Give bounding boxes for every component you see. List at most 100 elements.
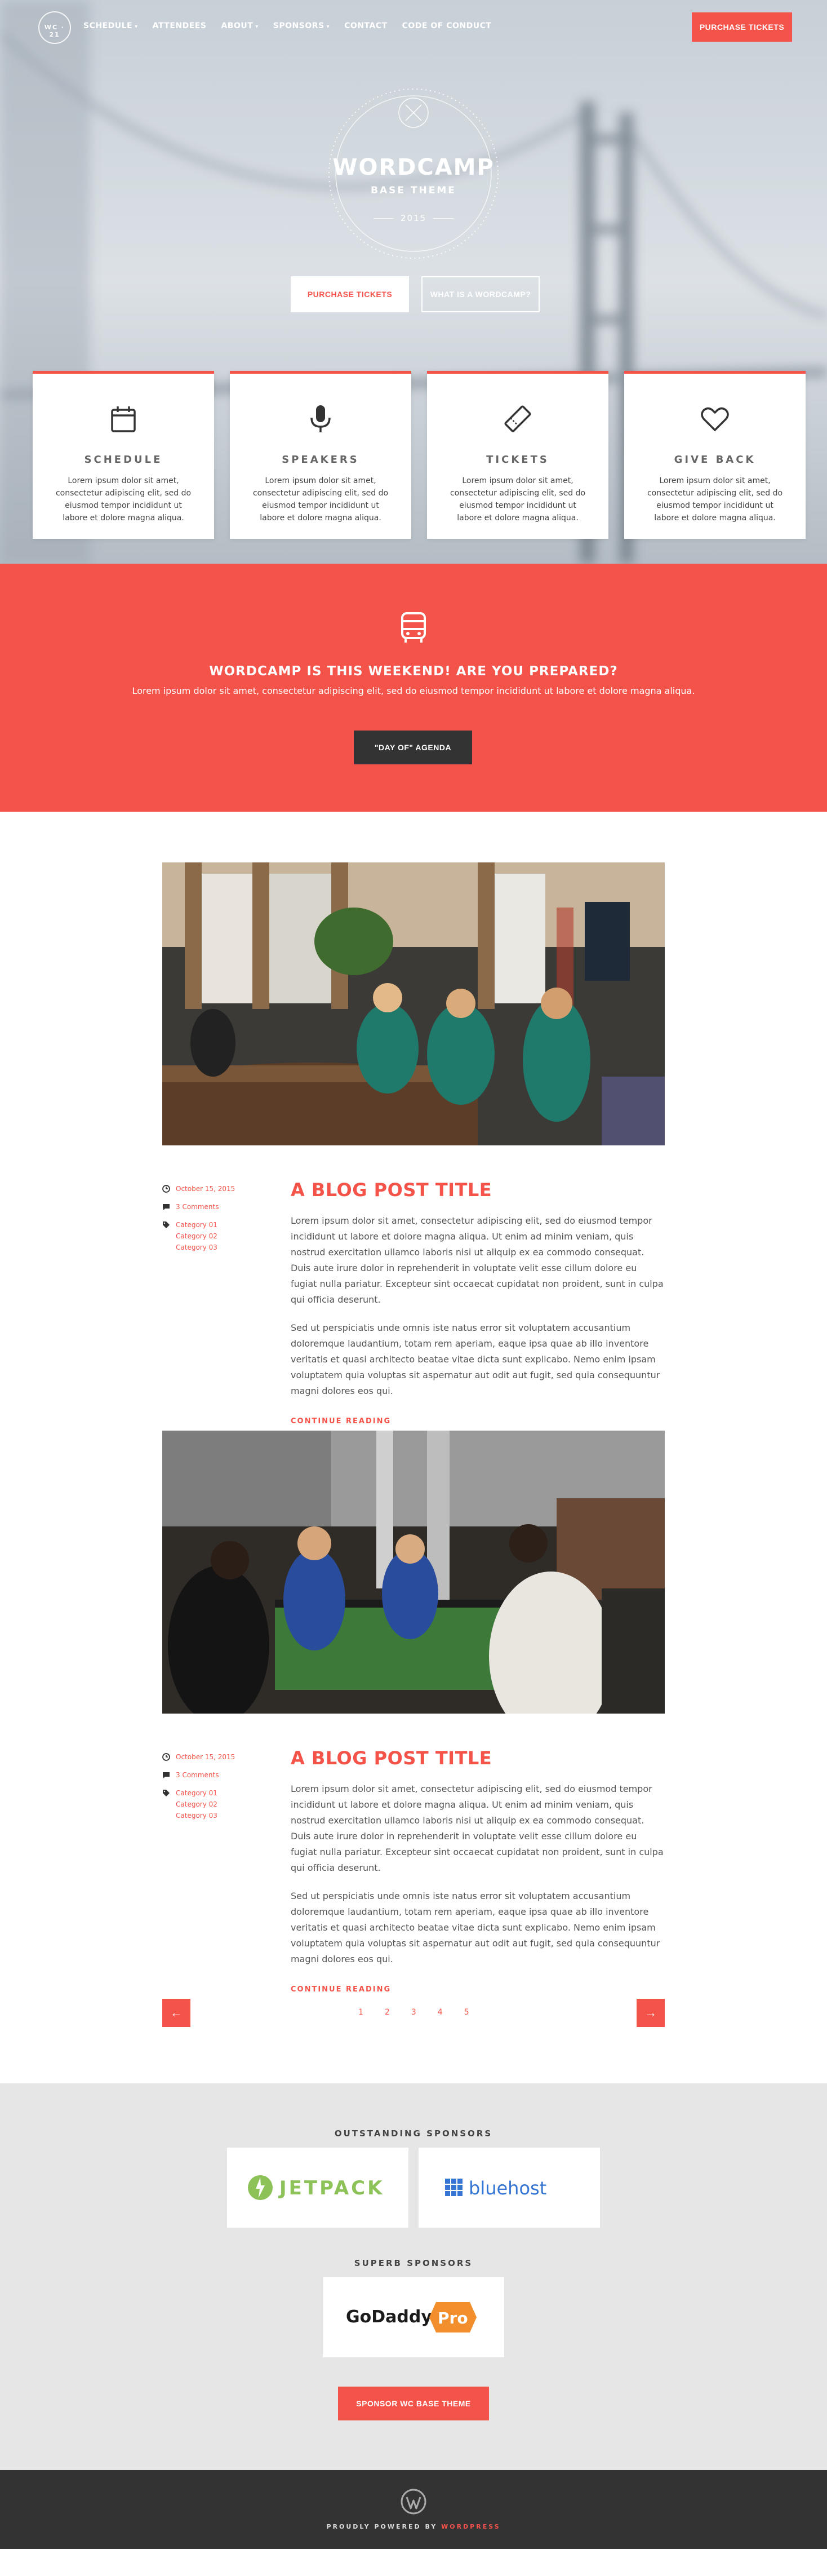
bluehost-logo: bluehost: [445, 2177, 546, 2199]
site-logo-text: WC · 21: [44, 24, 65, 38]
post-title[interactable]: A BLOG POST TITLE: [291, 1179, 665, 1201]
day-of-agenda-button[interactable]: "DAY OF" AGENDA: [354, 731, 472, 764]
feature-text: Lorem ipsum dolor sit amet, consectetur …: [450, 476, 586, 523]
post-date-row: October 15, 2015: [162, 1753, 264, 1761]
wordpress-logo-icon[interactable]: [400, 2488, 427, 2515]
post-date[interactable]: October 15, 2015: [176, 1753, 235, 1761]
post-paragraph: Lorem ipsum dolor sit amet, consectetur …: [291, 1215, 664, 1305]
hero-year-text: 2015: [400, 213, 427, 223]
tag-icon: [163, 1221, 170, 1228]
post-comments-link[interactable]: 3 Comments: [176, 1771, 219, 1779]
nav-item-label: CODE OF CONDUCT: [402, 21, 492, 30]
hero-section: WC · 21 SCHEDULE ▾ ATTENDEES ABOUT ▾ SPONS…: [0, 0, 827, 564]
previous-page-button[interactable]: ←: [162, 1999, 190, 2027]
next-page-button[interactable]: →: [637, 1999, 665, 2027]
feature-text: Lorem ipsum dolor sit amet, consectetur …: [55, 476, 192, 523]
promo-title: WORDCAMP IS THIS WEEKEND! ARE YOU PREPAR…: [209, 664, 618, 679]
jetpack-logo: JETPACK: [248, 2175, 382, 2200]
bluehost-logo-text: bluehost: [469, 2177, 546, 2199]
post-comments-link[interactable]: 3 Comments: [176, 1203, 219, 1211]
microphone-icon: [310, 405, 331, 432]
pagination: ← 1 2 3 4 5 →: [0, 1999, 827, 2083]
post-paragraph: Sed ut perspiciatis unde omnis iste natu…: [291, 1891, 660, 1964]
heart-icon: [701, 407, 729, 431]
sponsor-jetpack-logo[interactable]: JETPACK: [227, 2148, 408, 2228]
hero-title: WORDCAMP: [332, 154, 495, 180]
post-comments-row: 3 Comments: [162, 1203, 264, 1211]
blog-post: October 15, 2015 3 Comments Category 01 …: [0, 862, 827, 1431]
page-number-link[interactable]: 3: [411, 2008, 416, 2017]
post-category-link[interactable]: Category 01: [176, 1221, 217, 1229]
post-featured-image[interactable]: [162, 1431, 665, 1714]
post-categories-row: Category 01 Category 02 Category 03: [162, 1221, 264, 1251]
feature-card-schedule[interactable]: SCHEDULE Lorem ipsum dolor sit amet, con…: [33, 371, 214, 539]
calendar-icon: [111, 406, 136, 432]
post-category-link[interactable]: Category 02: [176, 1800, 217, 1808]
page-number-link[interactable]: 4: [438, 2008, 443, 2017]
post-category-link[interactable]: Category 03: [176, 1812, 217, 1820]
continue-reading-link[interactable]: CONTINUE READING: [291, 1985, 391, 1994]
feature-card-speakers[interactable]: SPEAKERS Lorem ipsum dolor sit amet, con…: [230, 371, 411, 539]
comment-icon: [163, 1772, 170, 1778]
feature-cards: SCHEDULE Lorem ipsum dolor sit amet, con…: [33, 371, 806, 539]
nav-item-label: SPONSORS: [273, 21, 324, 30]
purchase-tickets-button[interactable]: PURCHASE TICKETS: [291, 276, 409, 312]
nav-item-sponsors[interactable]: SPONSORS ▾: [273, 21, 330, 30]
nav-item-contact[interactable]: CONTACT: [344, 21, 388, 30]
main-navigation: WC · 21 SCHEDULE ▾ ATTENDEES ABOUT ▾ SPONS…: [0, 0, 827, 56]
sponsor-godaddy-pro-logo[interactable]: GoDaddy Pro: [323, 2277, 504, 2357]
feature-title: SCHEDULE: [84, 454, 163, 466]
nav-item-attendees[interactable]: ATTENDEES: [153, 21, 207, 30]
post-date[interactable]: October 15, 2015: [176, 1185, 235, 1193]
hero-buttons: PURCHASE TICKETS WHAT IS A WORDCAMP?: [291, 276, 540, 312]
wordpress-link[interactable]: WORDPRESS: [441, 2523, 500, 2530]
hero-subtitle: BASE THEME: [371, 185, 456, 196]
post-category-link[interactable]: Category 03: [176, 1243, 217, 1251]
sponsor-bluehost-logo[interactable]: bluehost: [419, 2148, 600, 2228]
nav-item-code-of-conduct[interactable]: CODE OF CONDUCT: [402, 21, 492, 30]
clock-icon: [162, 1185, 170, 1193]
site-logo[interactable]: WC · 21: [38, 11, 71, 44]
feature-title: GIVE BACK: [674, 454, 756, 466]
nav-item-label: CONTACT: [344, 21, 388, 30]
continue-reading-link[interactable]: CONTINUE READING: [291, 1417, 391, 1426]
tag-icon: [163, 1790, 170, 1796]
sponsor-theme-button[interactable]: SPONSOR WC BASE THEME: [338, 2387, 489, 2420]
post-comments-row: 3 Comments: [162, 1771, 264, 1779]
post-category-link[interactable]: Category 01: [176, 1789, 217, 1797]
feature-title: TICKETS: [486, 454, 549, 466]
page-number-link[interactable]: 1: [358, 2008, 363, 2017]
feature-card-give-back[interactable]: GIVE BACK Lorem ipsum dolor sit amet, co…: [624, 371, 806, 539]
feature-text: Lorem ipsum dolor sit amet, consectetur …: [647, 476, 783, 523]
promo-text: Lorem ipsum dolor sit amet, consectetur …: [132, 685, 695, 696]
footer-credit-text: PROUDLY POWERED BY: [326, 2523, 438, 2530]
sponsors-section: OUTSTANDING SPONSORS JETPACK bluehost SU…: [0, 2083, 827, 2470]
feature-text: Lorem ipsum dolor sit amet, consectetur …: [252, 476, 389, 523]
clock-icon: [162, 1753, 170, 1761]
blog-posts-section: October 15, 2015 3 Comments Category 01 …: [0, 812, 827, 2083]
blog-post: October 15, 2015 3 Comments Category 01 …: [0, 1431, 827, 1999]
post-featured-image[interactable]: [162, 862, 665, 1145]
bus-icon: [401, 612, 426, 643]
nav-item-about[interactable]: ABOUT ▾: [221, 21, 258, 30]
nav-item-label: ABOUT: [221, 21, 254, 30]
post-paragraph: Sed ut perspiciatis unde omnis iste natu…: [291, 1322, 660, 1396]
feature-card-tickets[interactable]: TICKETS Lorem ipsum dolor sit amet, cons…: [427, 371, 608, 539]
godaddy-pro-logo: GoDaddy Pro: [346, 2302, 477, 2332]
outstanding-sponsors-heading: OUTSTANDING SPONSORS: [334, 2128, 493, 2139]
what-is-wordcamp-button[interactable]: WHAT IS A WORDCAMP?: [421, 276, 540, 312]
post-meta: October 15, 2015 3 Comments Category 01 …: [162, 1185, 264, 1262]
page-numbers: 1 2 3 4 5: [358, 2008, 469, 2017]
nav-item-schedule[interactable]: SCHEDULE ▾: [83, 21, 138, 30]
comment-icon: [163, 1204, 170, 1210]
post-paragraph: Lorem ipsum dolor sit amet, consectetur …: [291, 1783, 664, 1873]
post-title[interactable]: A BLOG POST TITLE: [291, 1747, 665, 1769]
post-date-row: October 15, 2015: [162, 1185, 264, 1193]
post-body: A BLOG POST TITLE Lorem ipsum dolor sit …: [291, 1179, 665, 1426]
post-category-link[interactable]: Category 02: [176, 1232, 217, 1240]
nav-menu: SCHEDULE ▾ ATTENDEES ABOUT ▾ SPONSORS ▾ CON…: [83, 21, 491, 30]
page-number-link[interactable]: 5: [464, 2008, 469, 2017]
page-number-link[interactable]: 2: [385, 2008, 390, 2017]
nav-item-label: SCHEDULE: [83, 21, 133, 30]
purchase-tickets-nav-button[interactable]: PURCHASE TICKETS: [692, 12, 792, 42]
